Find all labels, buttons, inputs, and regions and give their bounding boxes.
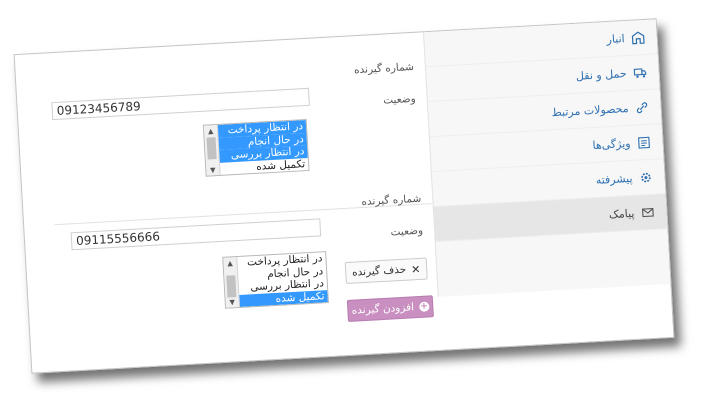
- gear-icon: [638, 170, 653, 185]
- sidebar-item-label: محصولات مرتبط: [551, 101, 629, 119]
- add-recipient-label: افزودن گیرنده: [351, 301, 415, 317]
- scroll-up-arrow-icon[interactable]: ▲: [204, 125, 218, 137]
- recipient-number-label: شماره گیرنده: [353, 60, 415, 77]
- envelope-icon: [640, 205, 655, 220]
- recipient-number-input[interactable]: [70, 218, 322, 251]
- scroll-thumb[interactable]: [206, 137, 217, 160]
- recipient-number-input[interactable]: [51, 87, 310, 121]
- scroll-up-arrow-icon[interactable]: ▲: [223, 257, 237, 269]
- scroll-down-arrow-icon[interactable]: ▼: [225, 296, 239, 308]
- sidebar-item-label: پیامک: [608, 206, 635, 221]
- sms-recipients-section: شماره گیرنده وضعیت ▲ ▼ در انتظار پرداخت …: [15, 33, 437, 355]
- scroll-down-arrow-icon[interactable]: ▼: [206, 164, 220, 176]
- product-data-tabs: انبار حمل و نقل محصولات مرتبط ویژگی‌ها پ…: [422, 19, 671, 297]
- sidebar-item-label: پیشرفته: [595, 171, 633, 187]
- scroll-thumb[interactable]: [226, 275, 237, 298]
- plus-circle-icon: +: [418, 301, 430, 312]
- sidebar-item-label: ویژگی‌ها: [592, 136, 631, 152]
- remove-recipient-button[interactable]: ✕ حذف گیرنده: [344, 257, 428, 285]
- close-icon: ✕: [410, 262, 421, 276]
- remove-recipient-label: حذف گیرنده: [351, 263, 407, 279]
- status-multiselect[interactable]: ▲ ▼ در انتظار پرداخت در حال انجام در انت…: [222, 251, 329, 309]
- sidebar-item-label: انبار: [606, 31, 625, 46]
- link-icon: [634, 100, 649, 115]
- status-multiselect[interactable]: ▲ ▼ در انتظار پرداخت در حال انجام در انت…: [202, 118, 310, 177]
- sidebar-item-label: حمل و نقل: [575, 66, 627, 83]
- status-label: وضعیت: [382, 92, 417, 107]
- status-label: وضعیت: [390, 224, 424, 239]
- list-box-icon: [636, 135, 651, 150]
- recipient-number-label: شماره گیرنده: [361, 192, 422, 209]
- sms-settings-panel: انبار حمل و نقل محصولات مرتبط ویژگی‌ها پ…: [13, 18, 675, 374]
- truck-icon: [632, 65, 647, 80]
- add-recipient-button[interactable]: + افزودن گیرنده: [346, 295, 434, 322]
- warehouse-icon: [630, 30, 645, 45]
